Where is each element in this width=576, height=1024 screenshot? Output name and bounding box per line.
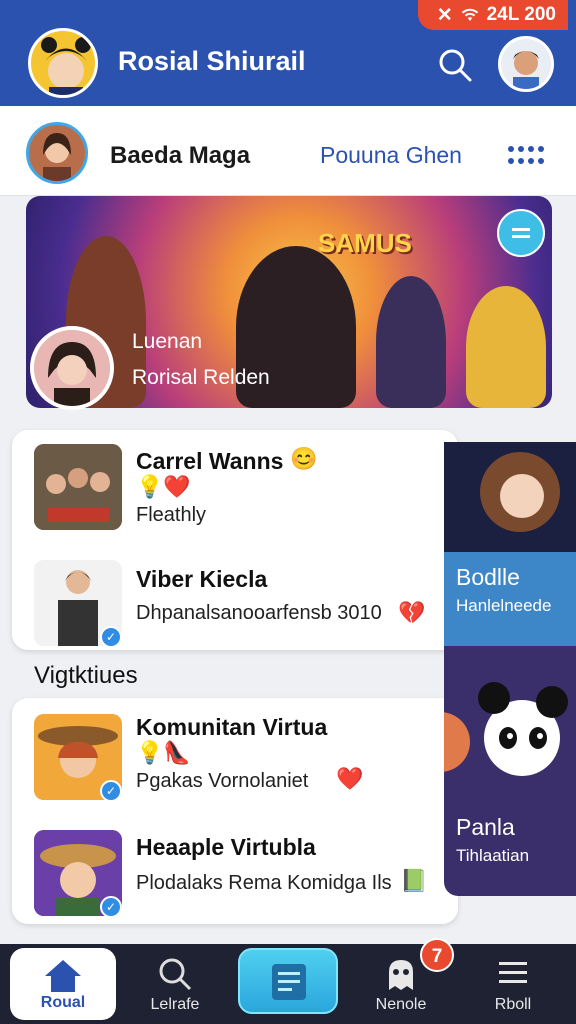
feed-item-subtitle: Dhpanalsanooarfensb 3010: [136, 602, 382, 624]
verified-icon: ✓: [100, 780, 122, 802]
heart-icon[interactable]: 💔: [398, 600, 425, 626]
profile-subheader: Baeda Maga Pouuna Ghen: [0, 106, 576, 196]
app-logo-avatar[interactable]: [28, 28, 98, 98]
follow-link[interactable]: Pouuna Ghen: [320, 142, 462, 169]
side-card-bodlle[interactable]: Bodlle Hanlelneede: [444, 442, 576, 646]
section-title: Vigtktiues: [34, 662, 138, 689]
feed-thumbnail[interactable]: [34, 444, 122, 530]
banner-subtitle: Rorisal Relden: [132, 366, 270, 389]
feed-item-title[interactable]: Carrel Wanns: [136, 448, 283, 475]
nav-feed-button[interactable]: [238, 948, 338, 1014]
nav-label: Nenole: [375, 996, 427, 1013]
status-time: 24L 200: [486, 4, 556, 25]
nav-search[interactable]: Lelrafe: [120, 944, 230, 1024]
search-icon[interactable]: [434, 44, 476, 86]
feed-icon: [272, 964, 306, 1000]
grid-menu-icon[interactable]: [508, 144, 544, 168]
menu-icon: [499, 962, 527, 983]
user-avatar[interactable]: [26, 122, 88, 184]
verified-icon: ✓: [100, 896, 122, 918]
side-card-title: Bodlle: [456, 564, 520, 590]
ghost-icon: [389, 960, 413, 990]
feed-item-title[interactable]: Viber Kiecla: [136, 566, 267, 593]
heart-icon[interactable]: ❤️: [336, 766, 363, 792]
feed-item-subtitle: Fleathly: [136, 504, 207, 526]
side-card-panla[interactable]: Panla Tihlaatian: [410, 646, 576, 896]
banner-action-button[interactable]: [497, 209, 545, 257]
close-icon: ✕: [436, 4, 453, 26]
verified-icon: ✓: [100, 626, 122, 648]
community-item-title[interactable]: Heaaple Virtubla: [136, 834, 316, 861]
side-card-subtitle: Tihlaatian: [456, 846, 530, 865]
community-item-subtitle: Plodalaks Rema Komidga Ils: [136, 872, 392, 894]
banner-badge: SAMUS: [318, 228, 412, 258]
panda-mascot-image: [410, 682, 568, 776]
nav-menu[interactable]: Rboll: [458, 944, 568, 1024]
nav-label: Rboll: [494, 996, 532, 1013]
status-bar: ✕ 24L 200: [418, 0, 568, 30]
user-name: Baeda Maga: [110, 142, 251, 169]
app-title: Rosial Shiurail: [118, 46, 306, 76]
nav-label: Roual: [40, 994, 86, 1011]
community-item-title[interactable]: Komunitan Virtua: [136, 714, 327, 741]
reaction-icons: 💡👠: [136, 740, 191, 765]
notification-badge: 7: [420, 938, 454, 972]
banner-avatar[interactable]: [30, 326, 114, 410]
side-card-title: Panla: [456, 814, 515, 840]
community-item-subtitle: Pgakas Vornolaniet: [136, 770, 309, 792]
nav-home[interactable]: Roual: [10, 948, 116, 1020]
wifi-icon: [461, 8, 478, 21]
profile-avatar[interactable]: [498, 36, 554, 92]
banner-person: [466, 286, 546, 408]
banner-person: [376, 276, 446, 408]
home-icon: [45, 960, 81, 992]
reaction-icons: 💡❤️: [136, 474, 191, 499]
smile-icon: 😊: [290, 446, 318, 471]
side-card-image: [444, 442, 576, 552]
search-icon: [159, 958, 192, 991]
nav-label: Lelrafe: [150, 996, 200, 1013]
banner-title: Luenan: [132, 330, 203, 353]
app-bar: ✕ 24L 200 Rosial Shiurail: [0, 0, 576, 106]
bookmark-icon[interactable]: 📗: [400, 868, 427, 894]
side-card-subtitle: Hanlelneede: [456, 596, 552, 615]
